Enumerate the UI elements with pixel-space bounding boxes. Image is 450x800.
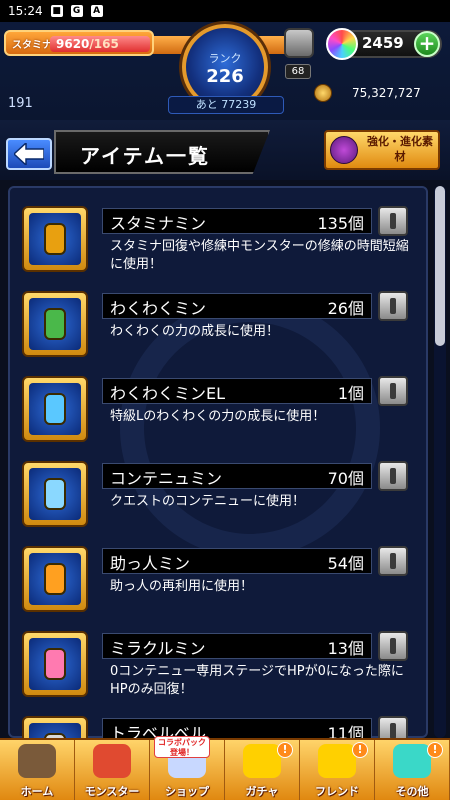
helper-bottle-icon bbox=[22, 546, 88, 612]
nav-home[interactable]: ホーム bbox=[0, 740, 75, 800]
evolution-materials-label: 強化・進化素材 bbox=[367, 135, 433, 163]
nav-label: その他 bbox=[395, 785, 429, 798]
monster-box-icon[interactable] bbox=[284, 28, 314, 58]
can-icon bbox=[22, 206, 88, 272]
evolution-materials-button[interactable]: 強化・進化素材 bbox=[324, 130, 440, 170]
nav-label: ガチャ bbox=[245, 785, 279, 798]
info-icon bbox=[390, 298, 396, 314]
nav-label: フレンド bbox=[315, 785, 359, 798]
item-info-button[interactable] bbox=[378, 376, 408, 406]
info-icon bbox=[390, 638, 396, 654]
item-name: わくわくミンEL bbox=[110, 384, 226, 403]
list-item[interactable]: コンテニュミン 70個クエストのコンテニューに使用！ bbox=[22, 461, 422, 537]
nav-gacha[interactable]: ! ガチャ bbox=[225, 740, 300, 800]
orb-count: 2459 bbox=[362, 34, 404, 52]
stamina-max: /165 bbox=[89, 37, 119, 51]
item-description: 0コンテニュー専用ステージでHPが0になった際にHPのみ回復！ bbox=[110, 664, 404, 697]
status-bar: 15:24 ■ G A bbox=[0, 0, 450, 22]
item-name: わくわくミン bbox=[110, 299, 207, 318]
bottom-nav: ホーム モンスター ショップ! ガチャ! フレンド! その他 bbox=[0, 738, 450, 800]
item-description: スタミナ回復や修練中モンスターの修練の時間短縮に使用！ bbox=[110, 239, 409, 272]
nav-alert-badge: ! bbox=[277, 742, 293, 758]
back-arrow-icon bbox=[14, 143, 44, 165]
add-orbs-button[interactable]: + bbox=[414, 31, 440, 57]
list-item[interactable]: ミラクルミン 13個 0コンテニュー専用ステージでHPが0になった際にHPのみ回復！ bbox=[22, 631, 422, 707]
nav-friend[interactable]: ! フレンド bbox=[300, 740, 375, 800]
continue-jar-icon bbox=[22, 461, 88, 527]
home-icon bbox=[18, 744, 56, 778]
info-icon bbox=[390, 383, 396, 399]
item-info-button[interactable] bbox=[378, 461, 408, 491]
item-info-button[interactable] bbox=[378, 546, 408, 576]
info-icon bbox=[390, 468, 396, 484]
stamina-label: スタミナ bbox=[12, 40, 52, 51]
collab-tag: コラボパック登場！ bbox=[154, 736, 210, 758]
nav-alert-badge: ! bbox=[427, 742, 443, 758]
stamina-current: 9620 bbox=[56, 37, 90, 51]
box-count: 68 bbox=[285, 64, 311, 79]
app-a-icon: A bbox=[90, 5, 103, 17]
other-icon bbox=[393, 744, 431, 778]
el-bottle-icon bbox=[22, 376, 88, 442]
friend-icon bbox=[318, 744, 356, 778]
item-count: 26個 bbox=[327, 299, 364, 318]
info-icon bbox=[390, 723, 396, 739]
back-button[interactable] bbox=[6, 138, 52, 170]
rank-label: ランク bbox=[208, 52, 242, 65]
item-count: 54個 bbox=[327, 554, 364, 573]
stamina-box[interactable]: スタミナ 9620/165 bbox=[4, 30, 154, 56]
sprout-bottle-icon bbox=[22, 291, 88, 357]
item-description: 助っ人の再利用に使用！ bbox=[110, 579, 254, 594]
heart-potion-icon bbox=[22, 631, 88, 697]
notification-icon: ■ bbox=[50, 5, 63, 17]
orb-icon bbox=[326, 28, 358, 60]
next-rank-exp: あと 77239 bbox=[168, 96, 284, 114]
item-name: コンテニュミン bbox=[110, 469, 223, 488]
info-icon bbox=[390, 213, 396, 229]
coin-icon bbox=[314, 84, 332, 102]
item-count: 13個 bbox=[327, 639, 364, 658]
item-description: わくわくの力の成長に使用！ bbox=[110, 324, 280, 339]
item-name: 助っ人ミン bbox=[110, 554, 191, 573]
google-icon: G bbox=[70, 5, 83, 17]
item-name: ミラクルミン bbox=[110, 639, 206, 658]
gacha-icon bbox=[243, 744, 281, 778]
item-description: クエストのコンテニューに使用！ bbox=[110, 494, 306, 509]
item-info-button[interactable] bbox=[378, 631, 408, 661]
nav-label: ホーム bbox=[20, 785, 54, 798]
nav-other[interactable]: ! その他 bbox=[375, 740, 450, 800]
nav-label: ショップ bbox=[165, 785, 209, 798]
scroll-thumb[interactable] bbox=[435, 186, 445, 346]
item-count: 70個 bbox=[327, 469, 364, 488]
scrollbar[interactable] bbox=[434, 186, 446, 738]
item-name: スタミナミン bbox=[110, 214, 207, 233]
list-item[interactable]: わくわくミンEL 1個 特級Lのわくわくの力の成長に使用！ bbox=[22, 376, 422, 452]
exp-value: 191 bbox=[8, 96, 33, 111]
info-icon bbox=[390, 553, 396, 569]
list-item[interactable]: 助っ人ミン 54個助っ人の再利用に使用！ bbox=[22, 546, 422, 622]
status-time: 15:24 bbox=[8, 4, 43, 18]
nav-alert-badge: ! bbox=[352, 742, 368, 758]
stamina-value: 9620/165 bbox=[56, 37, 119, 51]
page-title: アイテム一覧 bbox=[80, 144, 210, 168]
item-description: 特級Lのわくわくの力の成長に使用！ bbox=[110, 409, 326, 424]
item-count: 135個 bbox=[317, 214, 364, 233]
item-count: 1個 bbox=[337, 384, 364, 403]
list-item[interactable]: わくわくミン 26個わくわくの力の成長に使用！ bbox=[22, 291, 422, 367]
evolution-materials-icon bbox=[330, 136, 358, 164]
rank-value: 226 bbox=[206, 66, 244, 87]
list-item[interactable]: スタミナミン 135個スタミナ回復や修練中モンスターの修練の時間短縮に使用！ bbox=[22, 206, 422, 282]
item-info-button[interactable] bbox=[378, 206, 408, 236]
item-info-button[interactable] bbox=[378, 291, 408, 321]
header: スタミナ 9620/165 ランク 226 68 2459 + 191 あと 7… bbox=[0, 22, 450, 120]
nav-label: モンスター bbox=[84, 785, 140, 798]
nav-monster[interactable]: モンスター bbox=[75, 740, 150, 800]
monster-icon bbox=[93, 744, 131, 778]
coin-count: 75,327,727 bbox=[352, 86, 421, 100]
